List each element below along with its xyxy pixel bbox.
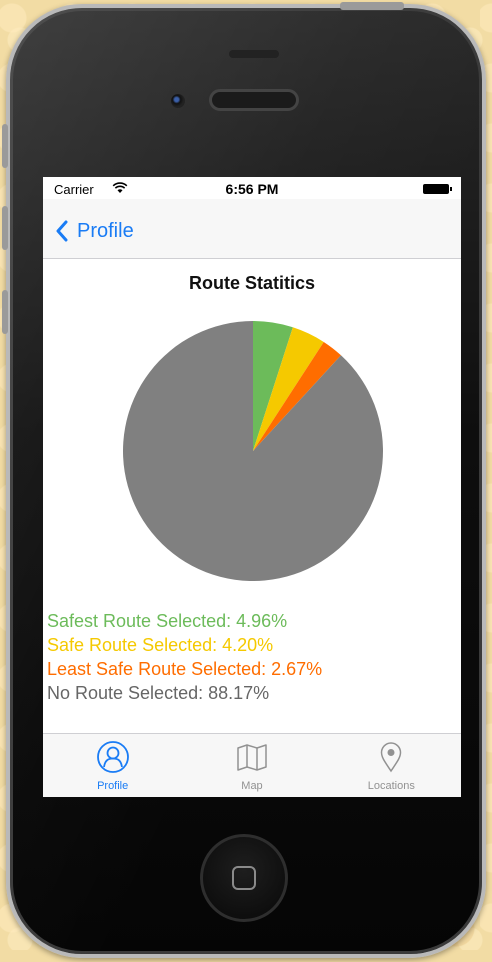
tab-locations[interactable]: Locations <box>322 734 461 797</box>
status-bar: Carrier 6:56 PM <box>43 177 461 199</box>
earpiece-speaker <box>209 89 299 111</box>
front-camera-icon <box>171 94 185 108</box>
tab-locations-label: Locations <box>367 780 415 792</box>
volume-down-button[interactable] <box>2 290 8 334</box>
status-time: 6:56 PM <box>225 181 279 197</box>
app-screen: Carrier 6:56 PM Profile Route Statitics … <box>43 177 461 797</box>
pie-chart-svg <box>122 321 383 581</box>
proximity-sensor <box>229 50 279 58</box>
back-button[interactable]: Profile <box>55 213 134 249</box>
legend-item-safe: Safe Route Selected: 4.20% <box>47 635 274 655</box>
legend-item-least-safe: Least Safe Route Selected: 2.67% <box>47 659 323 679</box>
mute-switch[interactable] <box>2 124 8 168</box>
tab-profile[interactable]: Profile <box>43 734 182 797</box>
tab-map-label: Map <box>241 780 263 792</box>
chart-legend: Safest Route Selected: 4.96% Safe Route … <box>47 609 457 705</box>
tab-profile-label: Profile <box>97 780 129 792</box>
navigation-bar: Profile <box>43 199 461 259</box>
home-button[interactable] <box>200 834 288 922</box>
sleep-button[interactable] <box>340 2 404 10</box>
battery-icon <box>423 184 452 194</box>
pie-slice-no-route-selected <box>122 321 383 581</box>
profile-icon <box>96 741 129 773</box>
map-icon <box>237 744 267 771</box>
back-button-label: Profile <box>77 219 134 242</box>
chevron-left-icon <box>56 220 68 242</box>
legend-item-no-route: No Route Selected: 88.17% <box>47 683 270 703</box>
legend-item-safest: Safest Route Selected: 4.96% <box>47 611 288 631</box>
location-pin-icon <box>381 742 402 773</box>
pie-chart <box>122 320 384 582</box>
tab-map[interactable]: Map <box>182 734 321 797</box>
tab-bar: Profile Map Locations <box>43 733 461 797</box>
chart-title: Route Statitics <box>188 273 316 293</box>
home-square-icon <box>232 866 256 890</box>
volume-up-button[interactable] <box>2 206 8 250</box>
